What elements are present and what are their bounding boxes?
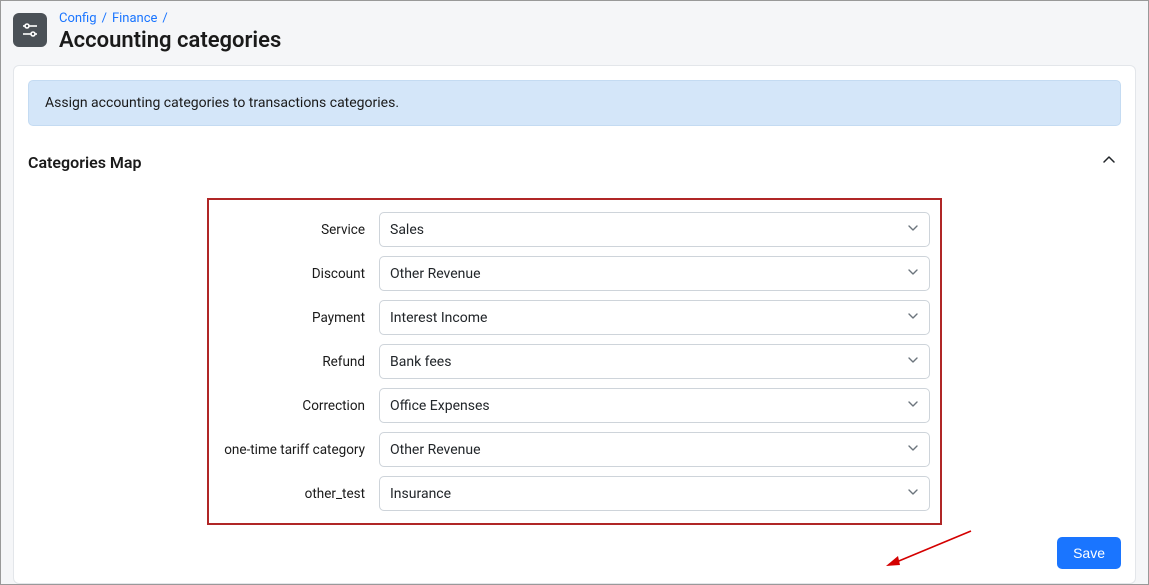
breadcrumb-separator: / (102, 11, 107, 26)
select-value: Bank fees (390, 354, 451, 370)
select-payment[interactable]: Interest Income (379, 300, 930, 335)
field-label: other_test (219, 486, 379, 502)
select-value: Interest Income (390, 310, 487, 326)
select-refund[interactable]: Bank fees (379, 344, 930, 379)
breadcrumb-link-finance[interactable]: Finance (112, 11, 157, 26)
section-title: Categories Map (28, 153, 142, 172)
select-other-test[interactable]: Insurance (379, 476, 930, 511)
field-label: Discount (219, 266, 379, 282)
breadcrumb-link-config[interactable]: Config (59, 11, 97, 26)
select-value: Other Revenue (390, 266, 481, 282)
field-label: Service (219, 222, 379, 238)
field-label: one-time tariff category (219, 442, 379, 458)
select-value: Insurance (390, 486, 451, 502)
save-button[interactable]: Save (1057, 537, 1121, 569)
field-label: Correction (219, 398, 379, 414)
chevron-down-icon (907, 354, 919, 370)
chevron-down-icon (907, 442, 919, 458)
field-label: Refund (219, 354, 379, 370)
chevron-down-icon (907, 486, 919, 502)
select-discount[interactable]: Other Revenue (379, 256, 930, 291)
form-row-service: Service Sales (219, 212, 930, 247)
form-row-payment: Payment Interest Income (219, 300, 930, 335)
select-value: Office Expenses (390, 398, 490, 414)
form-row-refund: Refund Bank fees (219, 344, 930, 379)
chevron-down-icon (907, 310, 919, 326)
breadcrumb: Config / Finance / (59, 11, 281, 26)
chevron-down-icon (907, 266, 919, 282)
select-service[interactable]: Sales (379, 212, 930, 247)
main-card: Assign accounting categories to transact… (13, 65, 1136, 584)
settings-icon (13, 13, 47, 47)
form-wrapper: Service Sales Discount Other Revenue (28, 198, 1121, 525)
chevron-down-icon (907, 222, 919, 238)
form-row-other-test: other_test Insurance (219, 476, 930, 511)
collapse-toggle[interactable] (1097, 148, 1121, 176)
section-header: Categories Map (28, 148, 1121, 176)
select-onetime-tariff[interactable]: Other Revenue (379, 432, 930, 467)
chevron-down-icon (907, 398, 919, 414)
form-row-discount: Discount Other Revenue (219, 256, 930, 291)
select-correction[interactable]: Office Expenses (379, 388, 930, 423)
select-value: Other Revenue (390, 442, 481, 458)
arrow-annotation-icon (876, 527, 976, 575)
select-value: Sales (390, 222, 424, 238)
categories-form-highlight: Service Sales Discount Other Revenue (207, 198, 942, 525)
field-label: Payment (219, 310, 379, 326)
breadcrumb-separator: / (162, 11, 167, 26)
form-row-correction: Correction Office Expenses (219, 388, 930, 423)
button-row: Save (28, 537, 1121, 569)
chevron-up-icon (1101, 152, 1117, 168)
form-row-onetime-tariff: one-time tariff category Other Revenue (219, 432, 930, 467)
page-header: Config / Finance / Accounting categories (1, 1, 1148, 65)
info-banner: Assign accounting categories to transact… (28, 80, 1121, 126)
page-title: Accounting categories (59, 28, 281, 53)
